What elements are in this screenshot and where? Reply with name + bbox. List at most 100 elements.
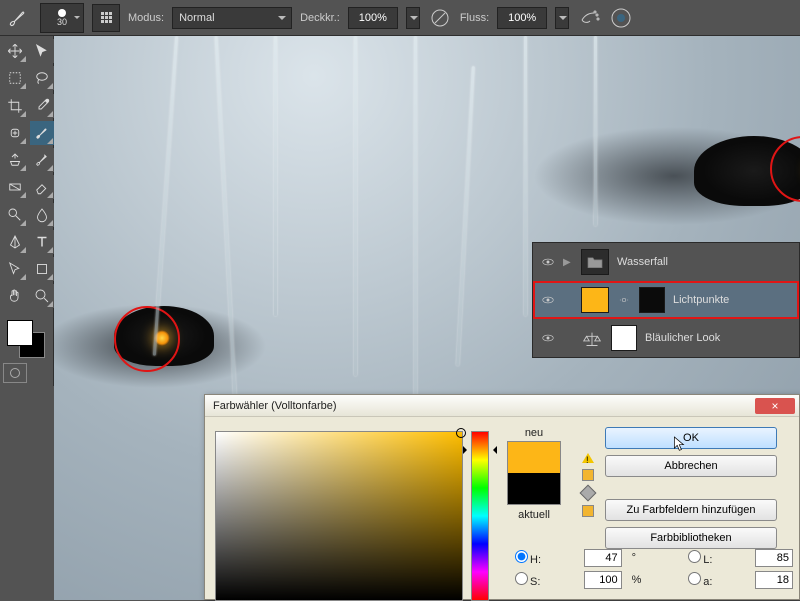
- gradient-tool[interactable]: [3, 175, 27, 199]
- opacity-dropdown-arrow[interactable]: [406, 7, 420, 29]
- cancel-button[interactable]: Abbrechen: [605, 455, 777, 477]
- layer-row-group[interactable]: ▶ Wasserfall: [533, 243, 799, 281]
- layer-row-adjustment[interactable]: Bläulicher Look: [533, 319, 799, 357]
- options-bar: 30 Modus: Normal Deckkr.: 100% Fluss: 10…: [0, 0, 800, 36]
- new-color-label: neu: [525, 427, 543, 439]
- current-color-swatch: [508, 473, 560, 504]
- layers-panel: ▶ Wasserfall Lichtpunkte Bläulicher Look: [532, 242, 800, 358]
- quickmask-toggle[interactable]: [3, 363, 27, 383]
- lasso-tool[interactable]: [30, 66, 54, 90]
- eraser-tool[interactable]: [30, 175, 54, 199]
- layer-row-fill[interactable]: Lichtpunkte: [533, 281, 799, 319]
- h-input[interactable]: [584, 549, 622, 567]
- history-brush-tool[interactable]: [30, 148, 54, 172]
- shape-tool[interactable]: [30, 257, 54, 281]
- color-picker-dialog: Farbwähler (Volltonfarbe) × neu aktuell …: [204, 394, 800, 600]
- flow-input[interactable]: 100%: [497, 7, 547, 29]
- s-radio-label: S:: [515, 572, 576, 588]
- tool-palette: [0, 36, 54, 386]
- close-button[interactable]: ×: [755, 398, 795, 414]
- layer-name[interactable]: Bläulicher Look: [645, 332, 791, 344]
- layer-thumbnail[interactable]: [581, 287, 609, 313]
- websafe-warning-icon[interactable]: [580, 485, 597, 502]
- layer-name[interactable]: Lichtpunkte: [673, 294, 791, 306]
- tablet-pressure-opacity-icon[interactable]: [428, 6, 452, 30]
- grid-icon: [101, 12, 112, 23]
- canvas-water-drip: [354, 36, 357, 376]
- blend-mode-dropdown[interactable]: Normal: [172, 7, 292, 29]
- hand-tool[interactable]: [3, 284, 27, 308]
- marquee-tool[interactable]: [3, 66, 27, 90]
- gamut-nearest-swatch[interactable]: [582, 469, 594, 481]
- sv-picker-indicator: [456, 428, 466, 438]
- flow-label: Fluss:: [460, 12, 489, 24]
- brush-preset-picker[interactable]: 30: [40, 3, 84, 33]
- canvas-water-drip: [524, 36, 527, 316]
- canvas-water-drip: [594, 36, 597, 226]
- a-radio[interactable]: [688, 572, 701, 585]
- a-radio-label: a:: [688, 572, 747, 588]
- a-input[interactable]: [755, 571, 793, 589]
- layer-visibility-toggle[interactable]: [541, 293, 555, 307]
- group-expand-arrow-icon[interactable]: ▶: [563, 257, 573, 268]
- s-unit: %: [632, 574, 646, 586]
- foreground-color-swatch[interactable]: [7, 320, 33, 346]
- blur-tool[interactable]: [30, 203, 54, 227]
- eyedropper-tool[interactable]: [30, 94, 54, 118]
- color-swatches[interactable]: [3, 316, 51, 360]
- crop-tool[interactable]: [3, 94, 27, 118]
- current-color-label: aktuell: [518, 509, 550, 521]
- s-input[interactable]: [584, 571, 622, 589]
- healing-brush-tool[interactable]: [3, 121, 27, 145]
- layer-mask-thumbnail[interactable]: [611, 325, 637, 351]
- layer-visibility-toggle[interactable]: [541, 255, 555, 269]
- color-balance-icon: [581, 329, 603, 347]
- dialog-titlebar[interactable]: Farbwähler (Volltonfarbe) ×: [205, 395, 799, 417]
- s-radio[interactable]: [515, 572, 528, 585]
- blend-mode-value: Normal: [179, 12, 214, 24]
- brush-panel-toggle[interactable]: [92, 4, 120, 32]
- cursor-icon: [673, 435, 687, 453]
- h-radio-label: H:: [515, 550, 576, 566]
- pen-tool[interactable]: [3, 230, 27, 254]
- brush-size-value: 30: [57, 17, 67, 27]
- gamut-warning-icon[interactable]: [582, 447, 594, 463]
- layer-visibility-toggle[interactable]: [541, 331, 555, 345]
- layer-mask-link-icon[interactable]: [617, 293, 631, 307]
- tablet-pressure-size-icon[interactable]: [609, 6, 633, 30]
- path-selection-tool[interactable]: [3, 257, 27, 281]
- numeric-fields: H: ° L: S: % a:: [515, 549, 795, 589]
- h-unit: °: [632, 552, 646, 564]
- layer-mask-thumbnail[interactable]: [639, 287, 665, 313]
- opacity-label: Deckkr.:: [300, 12, 340, 24]
- l-input[interactable]: [755, 549, 793, 567]
- l-radio[interactable]: [688, 550, 701, 563]
- layer-name[interactable]: Wasserfall: [617, 256, 791, 268]
- hue-slider[interactable]: [471, 431, 489, 601]
- opacity-input[interactable]: 100%: [348, 7, 398, 29]
- brush-tool-indicator-icon: [6, 5, 32, 31]
- airbrush-toggle-icon[interactable]: [577, 6, 601, 30]
- canvas-water-drip: [274, 36, 277, 316]
- flow-dropdown-arrow[interactable]: [555, 7, 569, 29]
- type-tool[interactable]: [30, 230, 54, 254]
- selection-arrow-tool[interactable]: [30, 39, 54, 63]
- color-libraries-button[interactable]: Farbbibliotheken: [605, 527, 777, 549]
- new-color-swatch: [508, 442, 560, 473]
- folder-icon: [581, 249, 609, 275]
- quickmask-icon: [10, 368, 20, 378]
- l-radio-label: L:: [688, 550, 747, 566]
- dodge-tool[interactable]: [3, 203, 27, 227]
- color-preview-box[interactable]: [507, 441, 561, 505]
- ok-button[interactable]: OK: [605, 427, 777, 449]
- brush-tool[interactable]: [30, 121, 54, 145]
- h-radio[interactable]: [515, 550, 528, 563]
- clone-stamp-tool[interactable]: [3, 148, 27, 172]
- zoom-tool[interactable]: [30, 284, 54, 308]
- blend-mode-label: Modus:: [128, 12, 164, 24]
- brush-dot-icon: [58, 9, 66, 17]
- saturation-value-field[interactable]: [215, 431, 463, 601]
- add-to-swatches-button[interactable]: Zu Farbfeldern hinzufügen: [605, 499, 777, 521]
- websafe-nearest-swatch[interactable]: [582, 505, 594, 517]
- move-tool[interactable]: [3, 39, 27, 63]
